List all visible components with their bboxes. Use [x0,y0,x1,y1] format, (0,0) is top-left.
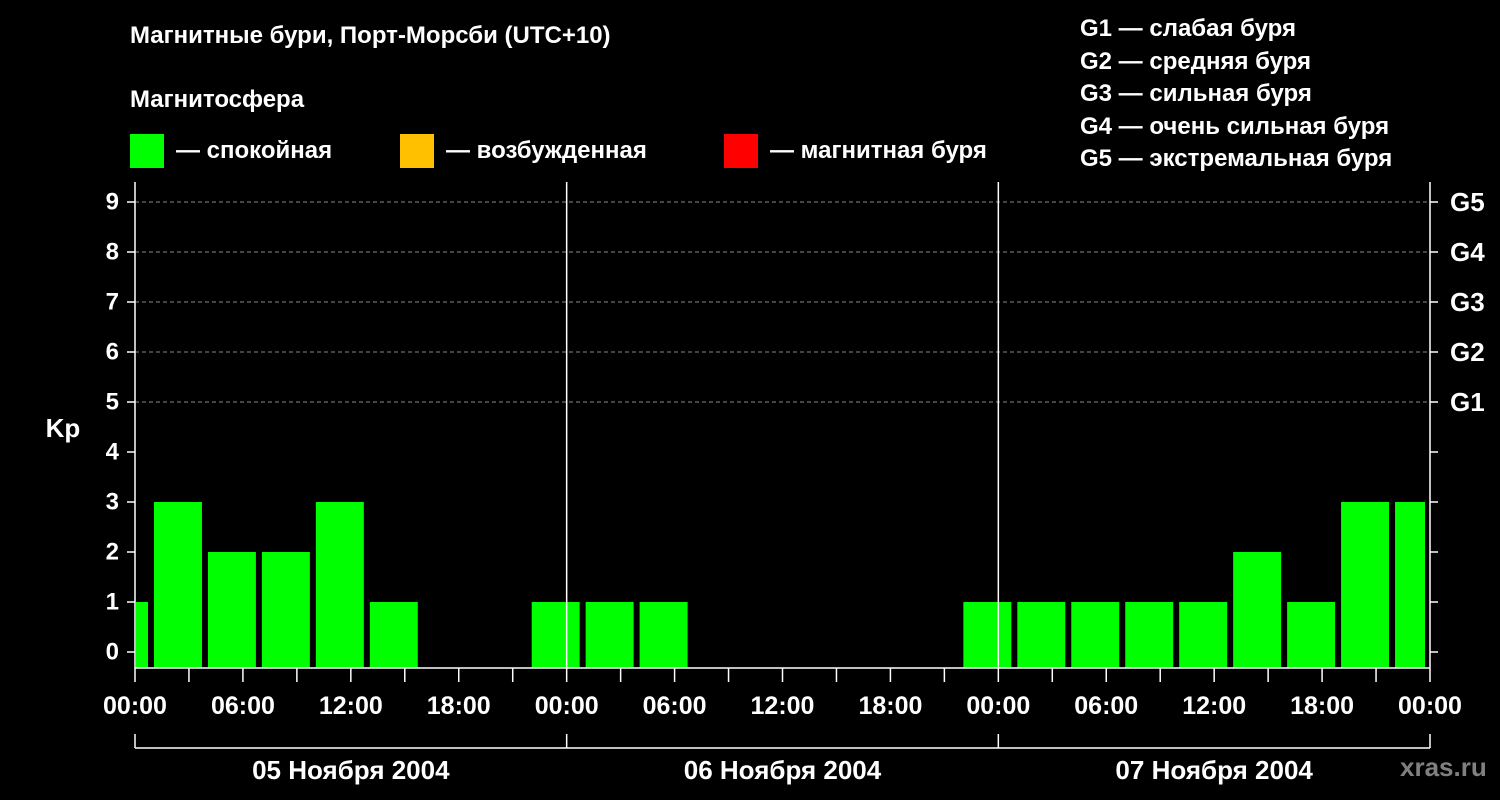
kp-bar [1179,602,1228,668]
x-tick-label: 00:00 [103,692,167,720]
g-level-label: G1 [1450,387,1485,417]
x-tick-label: 06:00 [1074,692,1138,720]
x-tick-label: 18:00 [427,692,491,720]
kp-chart: 0 1 2 3 4 5 6 7 8 9 G1 G2 G3 G4 G5 Kp 00:00 06:00 12:00 18:… [46,182,1485,785]
y-tick-label: 9 [106,189,119,216]
kp-bar [1233,552,1282,668]
x-tick-label: 00:00 [966,692,1030,720]
kp-bar [1395,502,1425,668]
watermark: xras.ru [1400,752,1487,782]
kp-bar [639,602,688,668]
x-tick-label: 18:00 [858,692,922,720]
g-level-label: G4 [1450,237,1485,267]
kp-bar [585,602,634,668]
kp-bar [315,502,364,668]
y-axis-label: Kp [46,413,81,443]
kp-bar [207,552,256,668]
y-tick-label: 7 [106,289,119,316]
y-tick-label: 3 [106,489,119,516]
y-tick-label: 4 [106,439,120,466]
kp-bar [531,602,580,668]
g-level-label: G5 [1450,187,1485,217]
x-tick-label: 18:00 [1290,692,1354,720]
kp-bar [1125,602,1174,668]
y-tick-label: 6 [106,339,119,366]
y-tick-label: 5 [106,389,119,416]
x-tick-label: 12:00 [1182,692,1246,720]
kp-bar [136,602,148,668]
kp-bar [1341,502,1390,668]
day-label: 06 Ноября 2004 [684,755,882,785]
y-tick-label: 1 [106,589,119,616]
kp-bar [1287,602,1336,668]
kp-bar [1017,602,1066,668]
kp-bar [369,602,418,668]
x-tick-label: 00:00 [535,692,599,720]
x-tick-label: 06:00 [643,692,707,720]
y-tick-label: 0 [106,639,119,666]
kp-bar [1071,602,1120,668]
g-level-label: G3 [1450,287,1485,317]
x-tick-label: 12:00 [751,692,815,720]
kp-bar [963,602,1012,668]
y-tick-label: 8 [106,239,119,266]
g-level-label: G2 [1450,337,1485,367]
y-tick-label: 2 [106,539,119,566]
x-tick-label: 12:00 [319,692,383,720]
x-tick-label: 06:00 [211,692,275,720]
day-label: 07 Ноября 2004 [1115,755,1313,785]
kp-bar [261,552,310,668]
x-tick-label: 00:00 [1398,692,1462,720]
kp-bar [153,502,202,668]
day-label: 05 Ноября 2004 [252,755,450,785]
